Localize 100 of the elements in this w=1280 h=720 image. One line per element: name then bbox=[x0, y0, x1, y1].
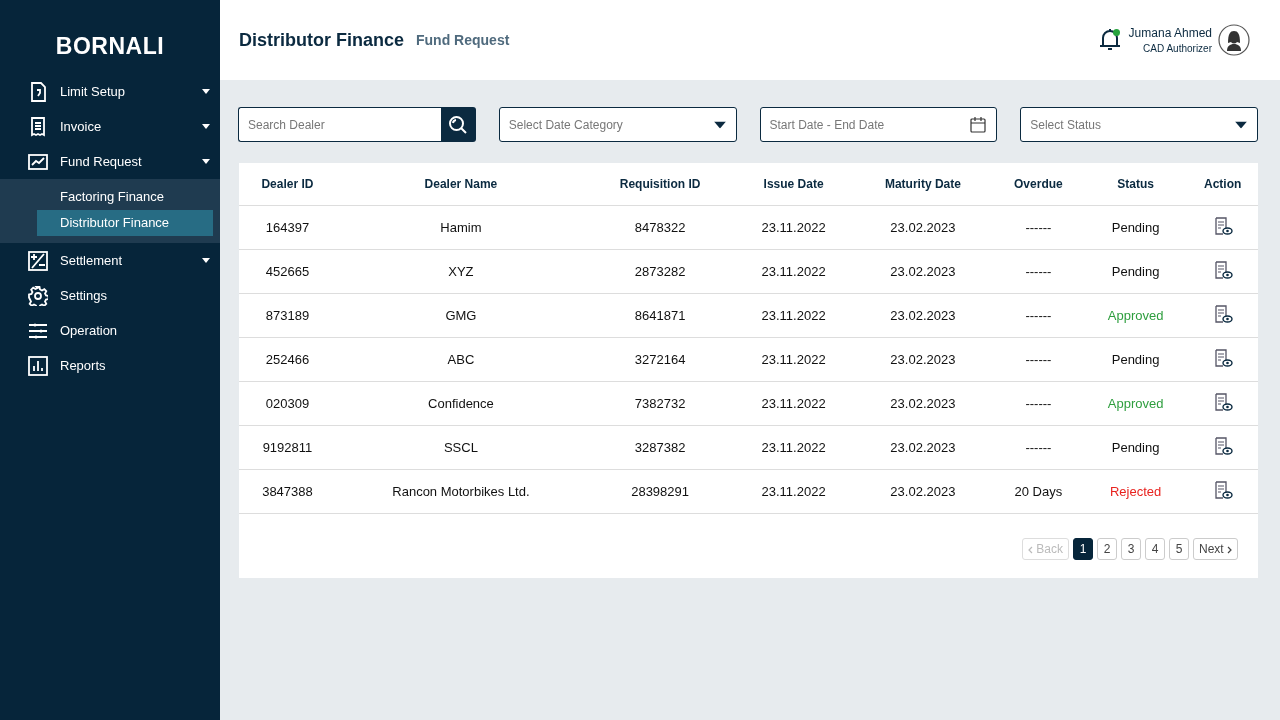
avatar-icon bbox=[1218, 24, 1250, 56]
column-header: Dealer ID bbox=[239, 163, 336, 206]
table-cell: 20 Days bbox=[992, 469, 1084, 514]
table-cell: 23.11.2022 bbox=[734, 381, 853, 426]
next-button[interactable]: Next bbox=[1193, 538, 1238, 560]
table-cell: 8641871 bbox=[585, 293, 735, 338]
search-icon bbox=[448, 114, 469, 135]
column-header: Maturity Date bbox=[852, 163, 993, 206]
date-range-field[interactable]: Start Date - End Date bbox=[759, 107, 998, 142]
table-cell: 8478322 bbox=[585, 205, 735, 250]
receipt-icon bbox=[28, 116, 48, 137]
page-button[interactable]: 3 bbox=[1121, 538, 1141, 560]
sidebar-item[interactable]: Limit Setup bbox=[0, 74, 220, 109]
status-text: Pending bbox=[1083, 205, 1188, 250]
column-header: Overdue bbox=[992, 163, 1084, 206]
table-cell: 23.02.2023 bbox=[852, 337, 993, 382]
document-icon bbox=[28, 81, 48, 102]
table-cell: ------ bbox=[992, 293, 1084, 338]
table-cell: Hamim bbox=[335, 205, 586, 250]
view-document-icon bbox=[1212, 260, 1233, 280]
table-cell: 3272164 bbox=[585, 337, 735, 382]
settings-icon bbox=[28, 285, 48, 306]
caret-icon bbox=[1235, 121, 1247, 128]
table-cell: ------ bbox=[992, 249, 1084, 294]
status-text: Rejected bbox=[1083, 469, 1188, 514]
page-title: Distributor Finance bbox=[239, 29, 404, 51]
select-dropdown[interactable]: Select Status bbox=[1020, 107, 1258, 142]
page-subtitle: Fund Request bbox=[416, 32, 511, 48]
calendar-icon bbox=[970, 116, 987, 133]
table-cell: 164397 bbox=[239, 205, 336, 250]
chart-icon bbox=[28, 151, 48, 172]
table-cell: 23.11.2022 bbox=[734, 469, 853, 514]
table-cell: SSCL bbox=[335, 425, 586, 470]
column-header: Dealer Name bbox=[335, 163, 586, 206]
submenu-item[interactable]: Distributor Finance bbox=[37, 210, 213, 236]
table-cell: 2873282 bbox=[585, 249, 735, 294]
table-cell: 252466 bbox=[239, 337, 336, 382]
table-cell: 23.02.2023 bbox=[852, 205, 993, 250]
brand-logo: BORNALI bbox=[54, 32, 166, 61]
table-cell: 7382732 bbox=[585, 381, 735, 426]
table-cell: 23.02.2023 bbox=[852, 469, 993, 514]
sidebar-item[interactable]: Fund Request bbox=[0, 144, 220, 179]
status-text: Pending bbox=[1083, 249, 1188, 294]
column-header: Status bbox=[1083, 163, 1188, 206]
chevron-right-icon bbox=[1227, 545, 1232, 554]
status-text: Pending bbox=[1083, 337, 1188, 382]
caret-icon bbox=[713, 121, 726, 128]
table-cell: 23.11.2022 bbox=[734, 337, 853, 382]
table-cell: 23.11.2022 bbox=[734, 425, 853, 470]
table-cell: 23.02.2023 bbox=[852, 249, 993, 294]
page-button[interactable]: 4 bbox=[1145, 538, 1165, 560]
chevron-left-icon bbox=[1027, 545, 1033, 554]
sidebar-item[interactable]: Invoice bbox=[0, 109, 220, 144]
submenu-item[interactable]: Factoring Finance bbox=[37, 184, 213, 210]
notification-bell-icon bbox=[1098, 28, 1121, 52]
table-cell: ------ bbox=[992, 381, 1084, 426]
plus-minus-icon bbox=[28, 250, 48, 271]
table-cell: Rancon Motorbikes Ltd. bbox=[335, 469, 586, 514]
view-document-icon bbox=[1212, 348, 1233, 368]
view-document-icon bbox=[1212, 436, 1233, 456]
search-field[interactable]: Search Dealer bbox=[238, 107, 441, 142]
sidebar-item[interactable]: Reports bbox=[0, 348, 220, 383]
status-text: Pending bbox=[1083, 425, 1188, 470]
table-cell: 3847388 bbox=[239, 469, 336, 514]
page-button[interactable]: 5 bbox=[1169, 538, 1189, 560]
table-cell: 23.11.2022 bbox=[734, 205, 853, 250]
sidebar-item[interactable]: Settlement bbox=[0, 243, 220, 278]
table-cell: ABC bbox=[335, 337, 586, 382]
column-header: Requisition ID bbox=[585, 163, 735, 206]
bar-chart-icon bbox=[28, 355, 48, 376]
table-cell: 9192811 bbox=[239, 425, 336, 470]
table-cell: 3287382 bbox=[585, 425, 735, 470]
table-cell: 23.11.2022 bbox=[734, 249, 853, 294]
view-document-icon bbox=[1212, 304, 1233, 324]
table-cell: 020309 bbox=[239, 381, 336, 426]
table-cell: 28398291 bbox=[585, 469, 735, 514]
user-role: CAD Authorizer bbox=[1143, 43, 1212, 54]
view-document-icon bbox=[1212, 216, 1233, 236]
user-name: Jumana Ahmed bbox=[1128, 26, 1212, 40]
table-cell: Confidence bbox=[335, 381, 586, 426]
table-cell: 452665 bbox=[239, 249, 336, 294]
select-dropdown[interactable]: Select Date Category bbox=[498, 107, 737, 142]
table-cell: 23.02.2023 bbox=[852, 381, 993, 426]
sidebar-item[interactable]: Operation bbox=[0, 313, 220, 348]
search-button[interactable] bbox=[440, 107, 476, 142]
table-cell: XYZ bbox=[335, 249, 586, 294]
status-text: Approved bbox=[1083, 293, 1188, 338]
table-cell: ------ bbox=[992, 425, 1084, 470]
view-document-icon bbox=[1212, 392, 1233, 412]
page-button[interactable]: 1 bbox=[1073, 538, 1093, 560]
status-text: Approved bbox=[1083, 381, 1188, 426]
column-header: Issue Date bbox=[734, 163, 853, 206]
table-cell: 23.02.2023 bbox=[852, 425, 993, 470]
table-cell: ------ bbox=[992, 337, 1084, 382]
column-header: Action bbox=[1187, 163, 1258, 206]
table-cell: 23.11.2022 bbox=[734, 293, 853, 338]
page-button[interactable]: 2 bbox=[1097, 538, 1117, 560]
table-cell: 873189 bbox=[239, 293, 336, 338]
sidebar-item[interactable]: Settings bbox=[0, 278, 220, 313]
table-cell: ------ bbox=[992, 205, 1084, 250]
